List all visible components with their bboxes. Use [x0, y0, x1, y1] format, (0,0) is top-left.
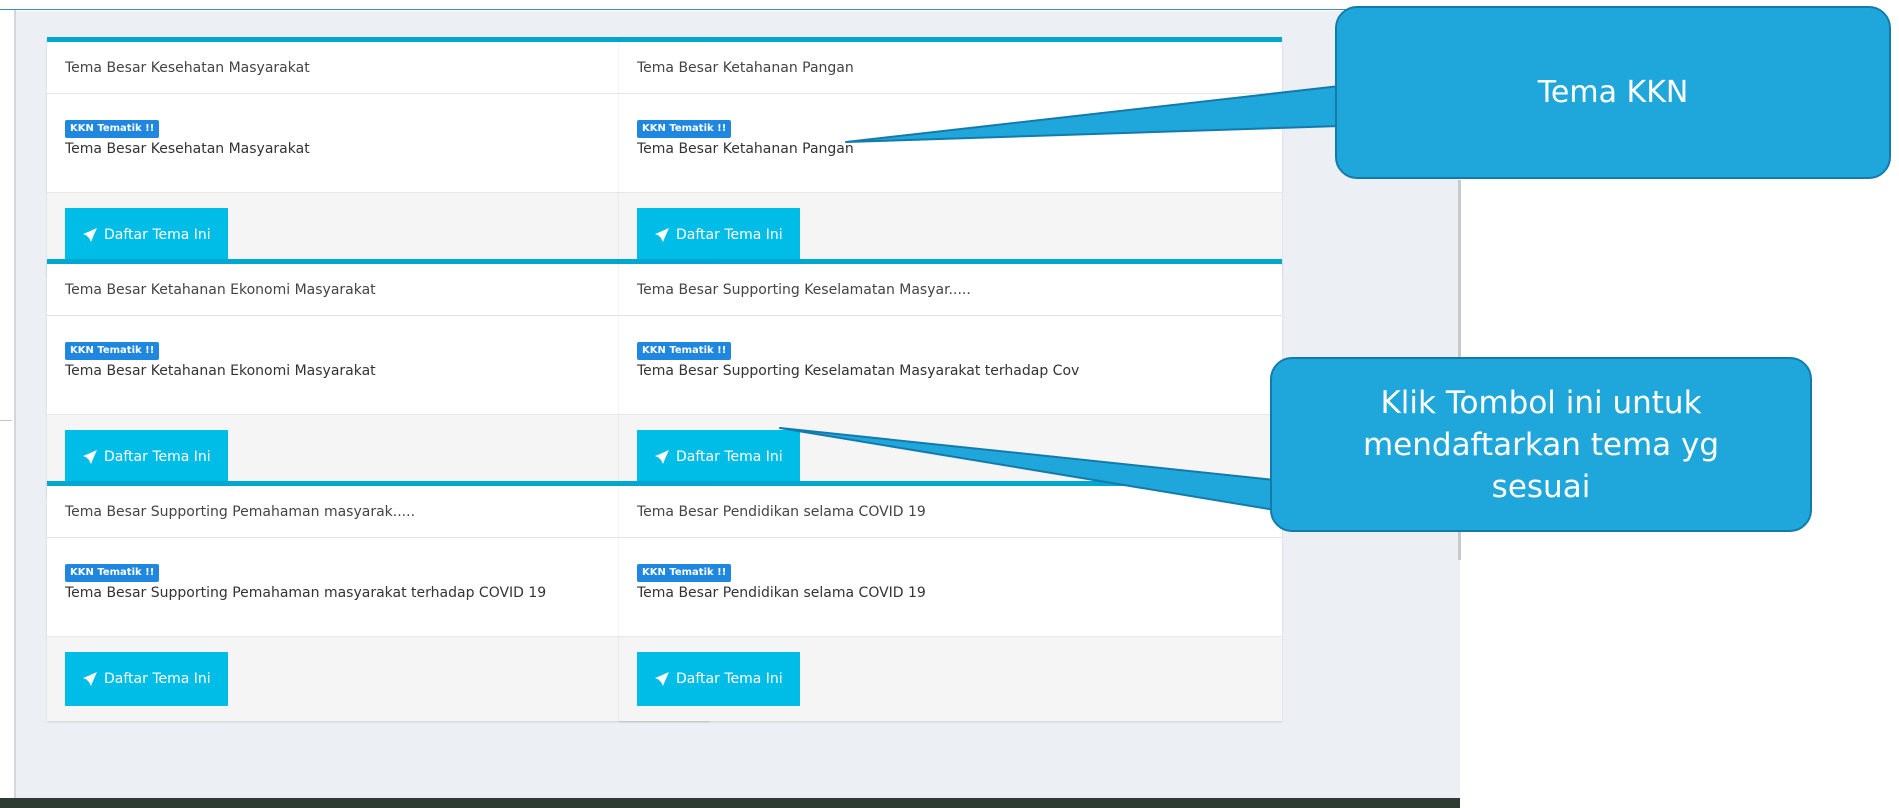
callout-pointer-klik — [779, 427, 1276, 511]
annotation-klik-tombol: Klik Tombol ini untuk mendaftarkan tema … — [1270, 357, 1812, 532]
callout-pointer-tema — [845, 85, 1341, 143]
annotation-text: Tema KKN — [1537, 75, 1689, 110]
annotation-tema-kkn: Tema KKN — [1335, 6, 1891, 179]
annotation-text: Klik Tombol ini untuk mendaftarkan tema … — [1362, 384, 1720, 505]
